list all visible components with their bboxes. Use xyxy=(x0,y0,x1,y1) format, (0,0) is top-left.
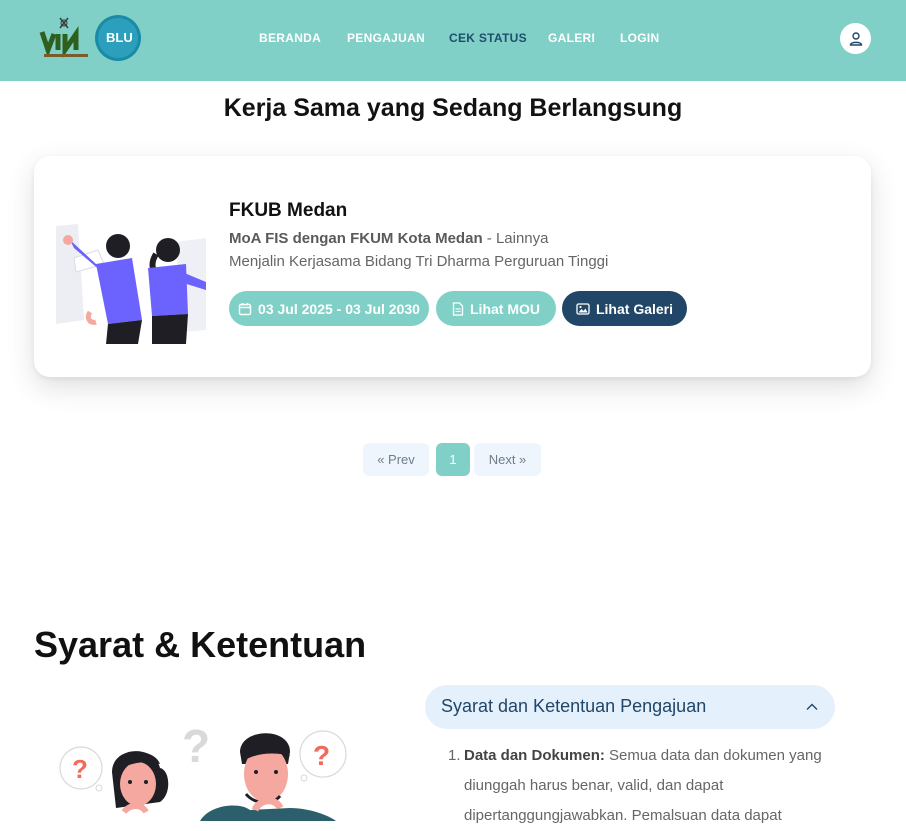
nav-pengajuan[interactable]: PENGAJUAN xyxy=(347,31,425,45)
question-people-illustration: ? ? ? xyxy=(50,712,360,821)
svg-text:?: ? xyxy=(313,740,330,771)
cooperation-card: FKUB Medan MoA FIS dengan FKUM Kota Meda… xyxy=(34,156,871,377)
question-people-illustration-icon: ? ? ? xyxy=(59,720,347,821)
terms-item-number: 1. xyxy=(448,747,461,764)
card-category: - Lainnya xyxy=(486,230,549,247)
date-range-text: 03 Jul 2025 - 03 Jul 2030 xyxy=(258,300,420,317)
card-partner-name: FKUB Medan xyxy=(229,200,348,221)
svg-text:?: ? xyxy=(182,720,210,772)
image-icon xyxy=(576,302,590,315)
document-icon xyxy=(452,301,464,316)
nav-cek-status[interactable]: CEK STATUS xyxy=(449,31,527,45)
user-icon xyxy=(849,31,862,46)
teamwork-illustration xyxy=(56,220,208,344)
terms-accordion-title: Syarat dan Ketentuan Pengajuan xyxy=(441,696,707,716)
nav-login[interactable]: LOGIN xyxy=(620,31,660,45)
nav-beranda[interactable]: BERANDA xyxy=(259,31,321,45)
card-agreement-type: MoA FIS dengan FKUM Kota Medan xyxy=(229,230,483,247)
terms-item-heading: Data dan Dokumen: xyxy=(464,747,605,764)
ongoing-section-title: Kerja Sama yang Sedang Berlangsung xyxy=(223,94,683,122)
top-navbar: BLU BERANDA PENGAJUAN CEK STATUS GALERI … xyxy=(0,0,906,81)
terms-list-item: 1. Data dan Dokumen: Semua data dan doku… xyxy=(448,741,828,831)
svg-text:?: ? xyxy=(72,754,88,784)
user-account-button[interactable] xyxy=(840,23,871,54)
card-description: Menjalin Kerjasama Bidang Tri Dharma Per… xyxy=(229,253,609,270)
view-mou-button[interactable]: Lihat MOU xyxy=(436,291,556,326)
terms-list: 1. Data dan Dokumen: Semua data dan doku… xyxy=(448,741,828,831)
card-agreement-line: MoA FIS dengan FKUM Kota Medan - Lainnya xyxy=(229,230,549,247)
chevron-up-icon xyxy=(806,703,818,710)
main-nav: BERANDA PENGAJUAN CEK STATUS GALERI LOGI… xyxy=(0,31,906,47)
teamwork-illustration-icon xyxy=(56,220,208,344)
calendar-icon xyxy=(238,302,252,315)
pagination-prev-button[interactable]: « Prev xyxy=(363,443,429,476)
view-gallery-button[interactable]: Lihat Galeri xyxy=(562,291,687,326)
pagination-next-button[interactable]: Next » xyxy=(474,443,541,476)
nav-galeri[interactable]: GALERI xyxy=(548,31,595,45)
view-gallery-label: Lihat Galeri xyxy=(595,300,674,317)
terms-section-title: Syarat & Ketentuan xyxy=(34,624,367,665)
date-range-badge: 03 Jul 2025 - 03 Jul 2030 xyxy=(229,291,429,326)
terms-item-body: Data dan Dokumen: Semua data dan dokumen… xyxy=(464,741,828,831)
view-mou-label: Lihat MOU xyxy=(470,300,540,317)
terms-accordion-header[interactable]: Syarat dan Ketentuan Pengajuan xyxy=(425,685,835,729)
pagination-page-1[interactable]: 1 xyxy=(436,443,470,476)
